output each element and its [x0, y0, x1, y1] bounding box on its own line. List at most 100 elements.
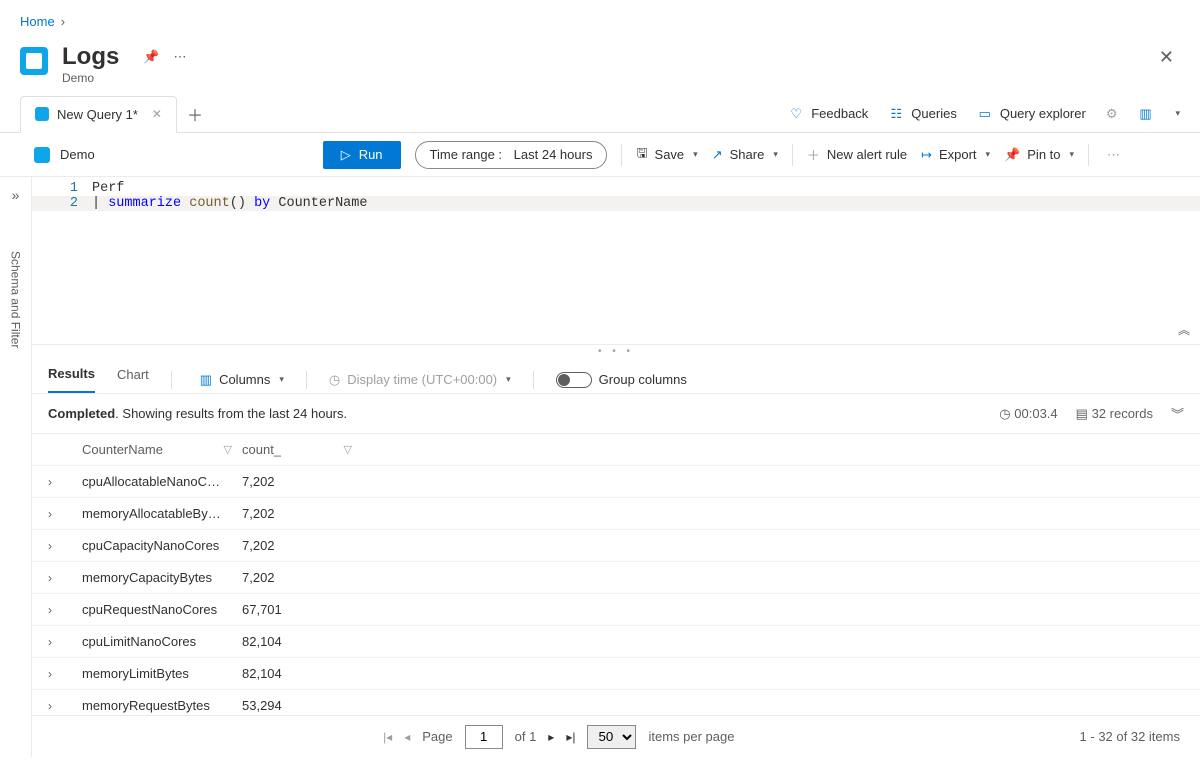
close-icon[interactable]: ✕: [1159, 47, 1174, 68]
column-header-countername[interactable]: CounterName▽: [82, 442, 242, 457]
clock-icon: ◷: [999, 406, 1010, 421]
queries-icon: ☷: [888, 106, 904, 122]
cell-countername: cpuAllocatableNanoC…: [82, 474, 242, 489]
line-number: 1: [32, 181, 92, 196]
cell-count: 7,202: [242, 570, 362, 585]
collapse-editor-icon[interactable]: ︽: [1178, 321, 1190, 338]
table-row[interactable]: ›memoryCapacityBytes7,202: [32, 562, 1200, 594]
table-row[interactable]: ›memoryAllocatableBy…7,202: [32, 498, 1200, 530]
table-row[interactable]: ›cpuCapacityNanoCores7,202: [32, 530, 1200, 562]
side-rail-label[interactable]: Schema and Filter: [9, 251, 23, 348]
cell-count: 67,701: [242, 602, 362, 617]
expand-row-icon[interactable]: ›: [48, 699, 82, 713]
column-header-count[interactable]: count_▽: [242, 442, 362, 457]
last-page-icon[interactable]: ▸|: [566, 730, 575, 744]
cell-countername: cpuRequestNanoCores: [82, 602, 242, 617]
pin-icon: 📌: [1004, 147, 1020, 163]
display-time-button[interactable]: ◷ Display time (UTC+00:00) ▾: [329, 372, 511, 388]
breadcrumb-home[interactable]: Home: [20, 14, 55, 29]
panel-icon[interactable]: ▥: [1137, 106, 1153, 122]
separator: [792, 144, 793, 166]
query-explorer-button[interactable]: ▭ Query explorer: [977, 106, 1086, 122]
table-row[interactable]: ›memoryLimitBytes82,104: [32, 658, 1200, 690]
table-row[interactable]: ›cpuRequestNanoCores67,701: [32, 594, 1200, 626]
clock-icon: ◷: [329, 372, 340, 388]
more-actions-icon[interactable]: ⋯: [1107, 147, 1120, 163]
cell-countername: memoryCapacityBytes: [82, 570, 242, 585]
query-tabbar: New Query 1* ✕ ＋ ♡ Feedback ☷ Queries ▭ …: [0, 95, 1200, 133]
table-row[interactable]: ›cpuAllocatableNanoC…7,202: [32, 466, 1200, 498]
add-tab-button[interactable]: ＋: [187, 102, 203, 126]
page-size-select[interactable]: 50: [587, 725, 636, 749]
table-row[interactable]: ›cpuLimitNanoCores82,104: [32, 626, 1200, 658]
pin-to-button[interactable]: 📌 Pin to ▾: [1004, 147, 1074, 163]
line-number: 2: [32, 196, 92, 211]
cell-countername: memoryLimitBytes: [82, 666, 242, 681]
scope-selector[interactable]: Demo: [34, 147, 95, 163]
results-grid: CounterName▽ count_▽ ›cpuAllocatableNano…: [32, 434, 1200, 757]
new-alert-label: New alert rule: [827, 147, 907, 162]
results-tabbar: Results Chart ▥ Columns ▾ ◷ Display time…: [32, 358, 1200, 394]
main-panel: 1 Perf 2 | summarize count() by CounterN…: [32, 177, 1200, 757]
chevron-down-icon: ▾: [986, 149, 991, 160]
cell-countername: memoryRequestBytes: [82, 698, 242, 713]
workspace: » Schema and Filter 1 Perf 2 | summarize…: [0, 177, 1200, 757]
scope-icon: [34, 147, 50, 163]
export-button[interactable]: ↦ Export ▾: [921, 147, 990, 163]
columns-button[interactable]: ▥ Columns ▾: [200, 372, 284, 388]
cell-countername: memoryAllocatableBy…: [82, 506, 242, 521]
tab-chart[interactable]: Chart: [117, 367, 149, 392]
logs-icon: [20, 47, 48, 75]
time-range-value: Last 24 hours: [514, 147, 593, 162]
separator: [1088, 144, 1089, 166]
export-label: Export: [939, 147, 977, 162]
first-page-icon[interactable]: |◂: [383, 730, 392, 744]
next-page-icon[interactable]: ▸: [548, 730, 554, 744]
filter-icon[interactable]: ▽: [224, 443, 232, 456]
query-tab[interactable]: New Query 1* ✕: [20, 96, 177, 133]
save-button[interactable]: 🖫 Save ▾: [636, 144, 697, 166]
code-line: Perf: [92, 181, 124, 196]
breadcrumb: Home ›: [0, 0, 1200, 37]
cell-count: 7,202: [242, 474, 362, 489]
time-range-picker[interactable]: Time range : Last 24 hours: [415, 141, 608, 169]
page-input[interactable]: [465, 725, 503, 749]
per-page-label: items per page: [648, 729, 734, 744]
save-label: Save: [655, 147, 685, 162]
heart-icon: ♡: [788, 106, 804, 122]
filter-icon[interactable]: ▽: [344, 443, 352, 456]
expand-row-icon[interactable]: ›: [48, 539, 82, 553]
query-tab-icon: [35, 107, 49, 121]
expand-row-icon[interactable]: ›: [48, 507, 82, 521]
more-icon[interactable]: ⋯: [174, 49, 187, 65]
scope-label: Demo: [60, 147, 95, 162]
pager: |◂ ◂ Page of 1 ▸ ▸| 50 items per page 1 …: [32, 715, 1200, 757]
expand-row-icon[interactable]: ›: [48, 635, 82, 649]
close-tab-icon[interactable]: ✕: [152, 107, 162, 121]
query-editor[interactable]: 1 Perf 2 | summarize count() by CounterN…: [32, 177, 1200, 345]
settings-icon[interactable]: ⚙: [1106, 106, 1118, 122]
expand-rail-icon[interactable]: »: [12, 187, 20, 203]
query-explorer-label: Query explorer: [1000, 106, 1086, 121]
queries-button[interactable]: ☷ Queries: [888, 106, 957, 122]
resize-handle[interactable]: • • •: [32, 345, 1200, 358]
group-columns-toggle[interactable]: Group columns: [556, 372, 687, 388]
run-button[interactable]: ▷ Run: [323, 141, 401, 169]
records-icon: ▤: [1076, 406, 1088, 421]
code-line: | summarize count() by CounterName: [92, 196, 367, 211]
save-icon: 🖫: [636, 144, 647, 166]
tab-results[interactable]: Results: [48, 366, 95, 393]
expand-row-icon[interactable]: ›: [48, 475, 82, 489]
expand-row-icon[interactable]: ›: [48, 571, 82, 585]
expand-results-icon[interactable]: ︾: [1171, 404, 1184, 423]
new-alert-button[interactable]: ＋ New alert rule: [807, 145, 907, 164]
explorer-icon: ▭: [977, 106, 993, 122]
share-button[interactable]: ↗ Share ▾: [712, 147, 778, 163]
chevron-down-icon[interactable]: ▾: [1175, 108, 1180, 119]
expand-row-icon[interactable]: ›: [48, 667, 82, 681]
feedback-button[interactable]: ♡ Feedback: [788, 106, 868, 122]
expand-row-icon[interactable]: ›: [48, 603, 82, 617]
prev-page-icon[interactable]: ◂: [404, 730, 410, 744]
record-count: ▤ 32 records: [1076, 406, 1153, 422]
pin-icon[interactable]: 📌: [143, 49, 159, 65]
